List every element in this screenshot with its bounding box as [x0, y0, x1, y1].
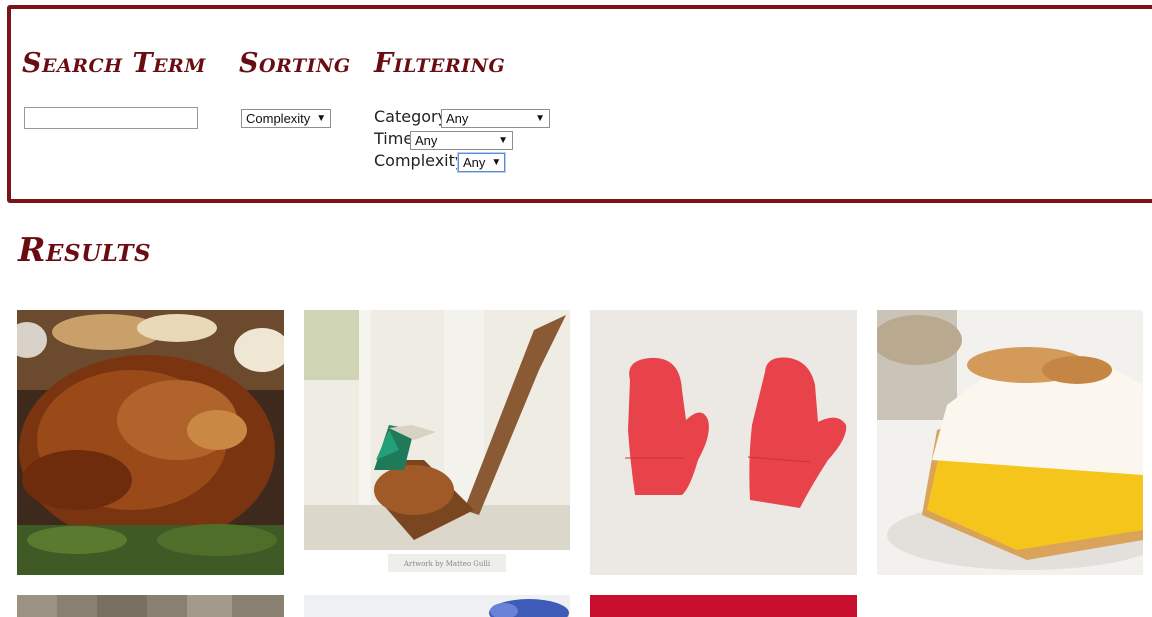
complexity-filter-label: Complexity	[374, 151, 465, 170]
time-filter-label: Time	[374, 129, 414, 148]
artwork-caption: Artwork by Matteo Gulli	[403, 560, 491, 568]
dropdown-arrow-icon: ▼	[498, 135, 508, 146]
results-heading: Results	[18, 230, 152, 269]
sorting-heading: Sorting	[239, 48, 351, 79]
category-select-value: Any	[446, 111, 469, 126]
dropdown-arrow-icon: ▼	[316, 113, 327, 124]
result-card-pie[interactable]	[877, 310, 1143, 575]
origami-pheasant-image: Artwork by Matteo Gulli	[304, 310, 570, 575]
red-fabric-image	[590, 595, 857, 617]
time-select-value: Any	[415, 133, 438, 148]
filtering-heading: Filtering	[374, 48, 506, 79]
result-card-pheasant[interactable]: Artwork by Matteo Gulli	[304, 310, 570, 575]
result-card-red[interactable]	[590, 595, 857, 617]
search-input[interactable]	[24, 107, 198, 129]
search-panel	[7, 5, 1152, 203]
result-card-flower[interactable]	[304, 595, 570, 617]
sort-select[interactable]: Complexity ▼	[241, 109, 331, 128]
result-card-wood[interactable]	[17, 595, 284, 617]
blue-flower-image	[304, 595, 570, 617]
complexity-filter-select[interactable]: Any ▼	[458, 153, 505, 172]
dropdown-arrow-icon: ▼	[491, 157, 502, 168]
time-filter-select[interactable]: Any ▼	[410, 131, 513, 150]
complexity-select-value: Any	[463, 155, 486, 170]
wood-planks-image	[17, 595, 284, 617]
lemon-meringue-pie-image	[877, 310, 1143, 575]
category-filter-label: Category	[374, 107, 448, 126]
sort-select-value: Complexity	[246, 111, 311, 126]
felt-mittens-image	[590, 310, 857, 575]
roast-turkey-image	[17, 310, 284, 575]
search-term-heading: Search Term	[22, 48, 206, 79]
dropdown-arrow-icon: ▼	[535, 113, 545, 124]
category-filter-select[interactable]: Any ▼	[441, 109, 550, 128]
result-card-turkey[interactable]	[17, 310, 284, 575]
result-card-mittens[interactable]	[590, 310, 857, 575]
